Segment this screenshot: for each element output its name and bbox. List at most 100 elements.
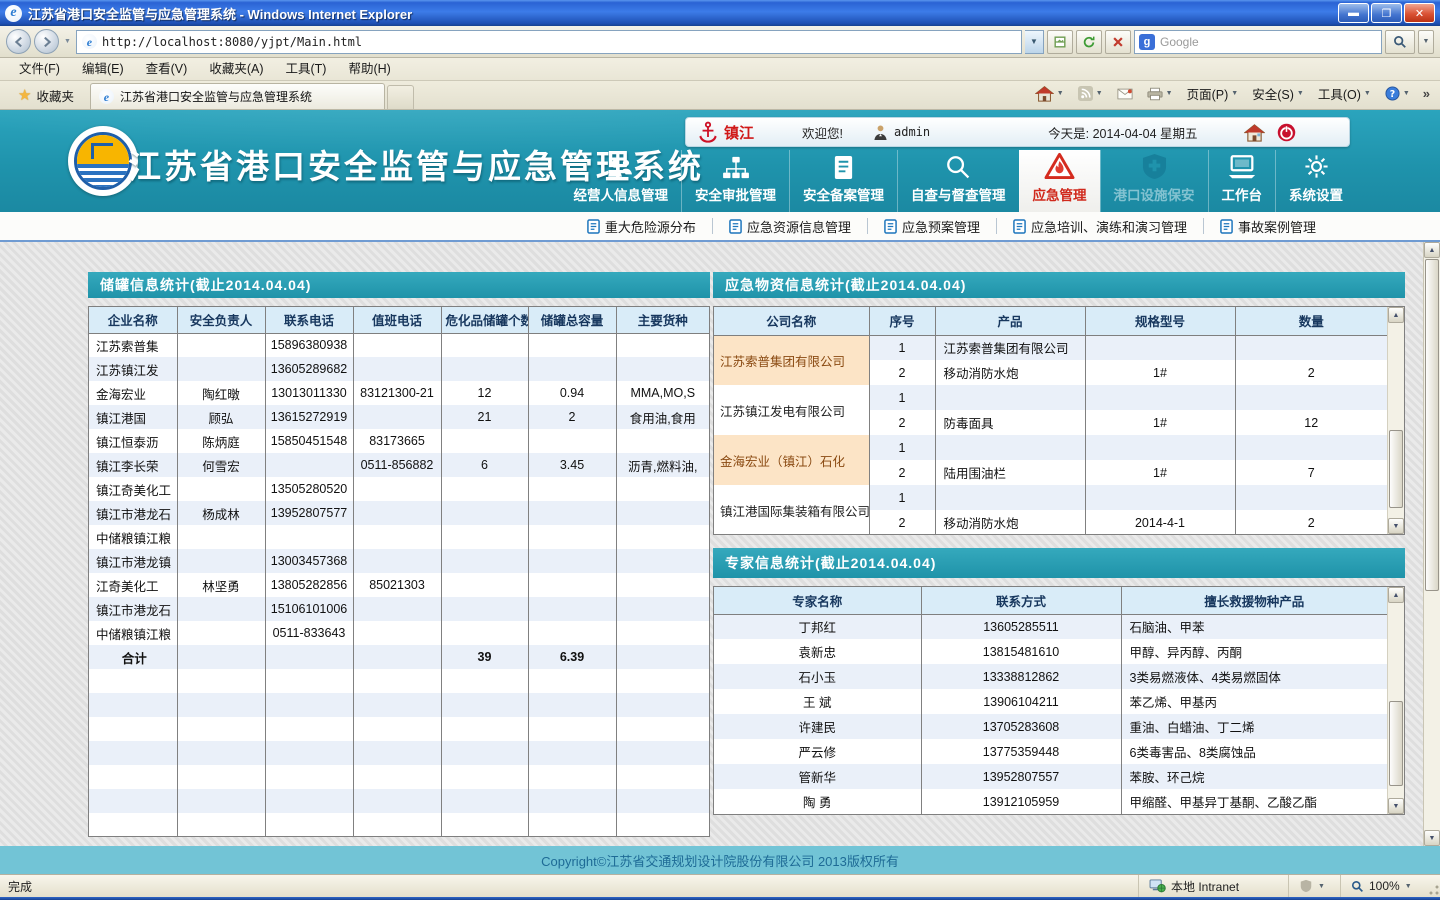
table-row[interactable]: 中储粮镇江粮 (89, 525, 709, 549)
table-row[interactable]: 镇江市港龙石杨成林13952807577 (89, 501, 709, 525)
table-row[interactable]: 金海宏业陶红暾1301301133083121300-21120.94MMA,M… (89, 381, 709, 405)
print-button[interactable]: ▼ (1142, 85, 1178, 103)
page-menu[interactable]: 页面(P)▼ (1182, 82, 1244, 105)
close-button[interactable]: ✕ (1404, 3, 1435, 23)
page-scrollbar[interactable]: ▲ ▼ (1423, 242, 1440, 846)
stop-button[interactable] (1105, 30, 1131, 54)
table-row[interactable]: 江奇美化工林坚勇1380528285685021303 (89, 573, 709, 597)
table-row[interactable]: 镇江恒泰沥陈炳庭1585045154883173665 (89, 429, 709, 453)
safety-menu[interactable]: 安全(S)▼ (1247, 82, 1309, 105)
nav-item-document[interactable]: 安全备案管理 (789, 150, 897, 212)
address-dropdown[interactable]: ▼ (1025, 30, 1044, 54)
scroll-up-button[interactable]: ▲ (1388, 587, 1404, 603)
table-row[interactable]: 金海宏业（镇江）石化1 (714, 435, 1387, 460)
table-row[interactable]: 中储粮镇江粮0511-833643 (89, 621, 709, 645)
cell (177, 717, 265, 741)
cell (935, 435, 1085, 460)
svg-text:?: ? (1390, 89, 1395, 100)
table-row[interactable]: 管新华13952807557苯胺、环己烷 (714, 764, 1387, 789)
nav-item-workbench[interactable]: 工作台 (1208, 150, 1276, 212)
search-button[interactable] (1385, 30, 1415, 54)
nav-label: 应急管理 (1033, 184, 1087, 204)
cell (1085, 435, 1235, 460)
table-row[interactable]: 江苏索普集15896380938 (89, 333, 709, 357)
scroll-thumb[interactable] (1425, 259, 1439, 591)
scroll-down-button[interactable]: ▼ (1388, 798, 1404, 814)
logout-icon[interactable] (1277, 123, 1296, 142)
table-row[interactable]: 袁新忠13815481610甲醇、异丙醇、丙酮 (714, 639, 1387, 664)
total-row[interactable]: 合计396.39 (89, 645, 709, 669)
mail-button[interactable] (1112, 86, 1138, 102)
compatibility-view-button[interactable] (1047, 30, 1073, 54)
search-options-dropdown[interactable]: ▼ (1418, 30, 1434, 54)
history-dropdown[interactable]: ▼ (62, 38, 73, 45)
cell: 13605289682 (265, 357, 353, 381)
supplies-scrollbar[interactable]: ▲ ▼ (1387, 307, 1404, 534)
home-button[interactable]: ▼ (1030, 83, 1069, 104)
table-row[interactable]: 许建民13705283608重油、白蜡油、丁二烯 (714, 714, 1387, 739)
table-row[interactable]: 镇江市港龙石15106101006 (89, 597, 709, 621)
table-row[interactable]: 江苏镇江发电有限公司1 (714, 385, 1387, 410)
cell: 3.45 (528, 453, 616, 477)
resize-grip[interactable] (1426, 875, 1440, 897)
table-row[interactable]: 镇江李长荣何雪宏0511-85688263.45沥青,燃料油, (89, 453, 709, 477)
table-row[interactable]: 王 斌13906104211苯乙烯、甲基丙 (714, 689, 1387, 714)
scroll-thumb[interactable] (1389, 701, 1403, 787)
forward-button[interactable] (34, 29, 59, 54)
table-row[interactable]: 石小玉133388128623类易燃液体、4类易燃固体 (714, 664, 1387, 689)
nav-item-gear[interactable]: 系统设置 (1275, 150, 1356, 212)
page-status-menu[interactable]: ▼ (1288, 875, 1340, 897)
table-row[interactable]: 丁邦红13605285511石脑油、甲苯 (714, 614, 1387, 639)
menu-item-1[interactable]: 文件(F) (8, 58, 71, 81)
experts-scrollbar[interactable]: ▲ ▼ (1387, 587, 1404, 814)
back-button[interactable] (6, 29, 31, 54)
table-row[interactable]: 镇江市港龙镇13003457368 (89, 549, 709, 573)
cell (265, 645, 353, 669)
new-tab-button[interactable] (387, 85, 414, 109)
subnav-item-3[interactable]: 应急预案管理 (868, 217, 996, 236)
overflow-chevron[interactable]: » (1419, 86, 1430, 101)
nav-item-magnifier[interactable]: 自查与督查管理 (897, 150, 1019, 212)
subnav-item-4[interactable]: 应急培训、演练和演习管理 (997, 217, 1203, 236)
nav-item-org-chart[interactable]: 安全审批管理 (681, 150, 789, 212)
table-row[interactable]: 陶 勇13912105959甲缩醛、甲基异丁基酮、乙酸乙酯 (714, 789, 1387, 814)
scroll-up-button[interactable]: ▲ (1388, 307, 1404, 323)
zoom-control[interactable]: 100% ▼ (1340, 875, 1426, 897)
search-box[interactable]: g (1134, 30, 1382, 54)
minimize-button[interactable]: ▬ (1338, 3, 1369, 23)
rss-button[interactable]: ▼ (1073, 84, 1108, 103)
nav-item-shield[interactable]: 港口设施保安 (1100, 150, 1208, 212)
scroll-up-button[interactable]: ▲ (1424, 242, 1440, 258)
menu-item-2[interactable]: 编辑(E) (71, 58, 135, 81)
table-row[interactable]: 江苏镇江发13605289682 (89, 357, 709, 381)
table-row[interactable]: 镇江奇美化工13505280520 (89, 477, 709, 501)
home-icon[interactable] (1244, 123, 1265, 142)
table-row[interactable]: 严云修137753594486类毒害品、8类腐蚀品 (714, 739, 1387, 764)
table-row[interactable]: 江苏索普集团有限公司1江苏索普集团有限公司 (714, 335, 1387, 360)
help-menu[interactable]: ? ▼ (1380, 84, 1415, 103)
address-bar[interactable]: e http://localhost:8080/yjpt/Main.html (76, 30, 1022, 54)
favorites-button[interactable]: ★ 收藏夹 (6, 83, 86, 107)
refresh-button[interactable] (1076, 30, 1102, 54)
menu-item-6[interactable]: 帮助(H) (337, 58, 401, 81)
nav-item-warning-triangle[interactable]: 应急管理 (1019, 150, 1100, 212)
menu-bar: 文件(F)编辑(E)查看(V)收藏夹(A)工具(T)帮助(H) (0, 58, 1440, 81)
restore-button[interactable]: ❐ (1371, 3, 1402, 23)
nav-item-people[interactable]: 经营人信息管理 (561, 150, 682, 212)
subnav-item-1[interactable]: 重大危险源分布 (571, 217, 712, 236)
scroll-thumb[interactable] (1389, 430, 1403, 508)
menu-item-4[interactable]: 收藏夹(A) (198, 58, 274, 81)
search-input[interactable] (1160, 35, 1377, 49)
scroll-down-button[interactable]: ▼ (1388, 518, 1404, 534)
browser-tab[interactable]: e 江苏省港口安全监管与应急管理系统 (90, 83, 385, 109)
menu-item-5[interactable]: 工具(T) (274, 58, 337, 81)
scroll-down-button[interactable]: ▼ (1424, 830, 1440, 846)
tools-menu[interactable]: 工具(O)▼ (1313, 82, 1376, 105)
table-row[interactable]: 镇江港国际集装箱有限公司1 (714, 485, 1387, 510)
tab-favicon: e (99, 89, 114, 104)
subnav-item-5[interactable]: 事故案例管理 (1204, 217, 1332, 236)
cell (528, 549, 616, 573)
subnav-item-2[interactable]: 应急资源信息管理 (713, 217, 867, 236)
menu-item-3[interactable]: 查看(V) (135, 58, 199, 81)
table-row[interactable]: 镇江港国顾弘13615272919212食用油,食用 (89, 405, 709, 429)
